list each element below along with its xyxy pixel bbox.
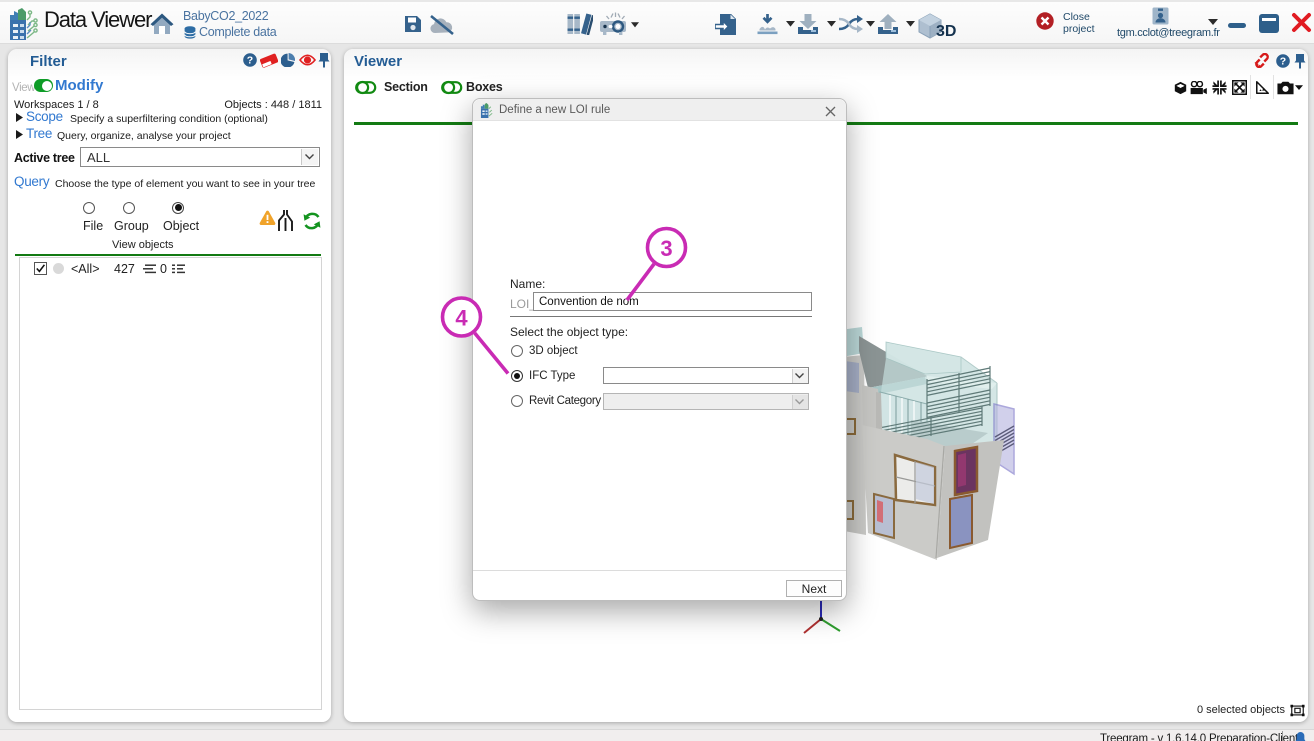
svg-text:?: ? [1280, 56, 1286, 68]
svg-text:?: ? [247, 55, 253, 67]
svg-text:4: 4 [455, 306, 468, 331]
